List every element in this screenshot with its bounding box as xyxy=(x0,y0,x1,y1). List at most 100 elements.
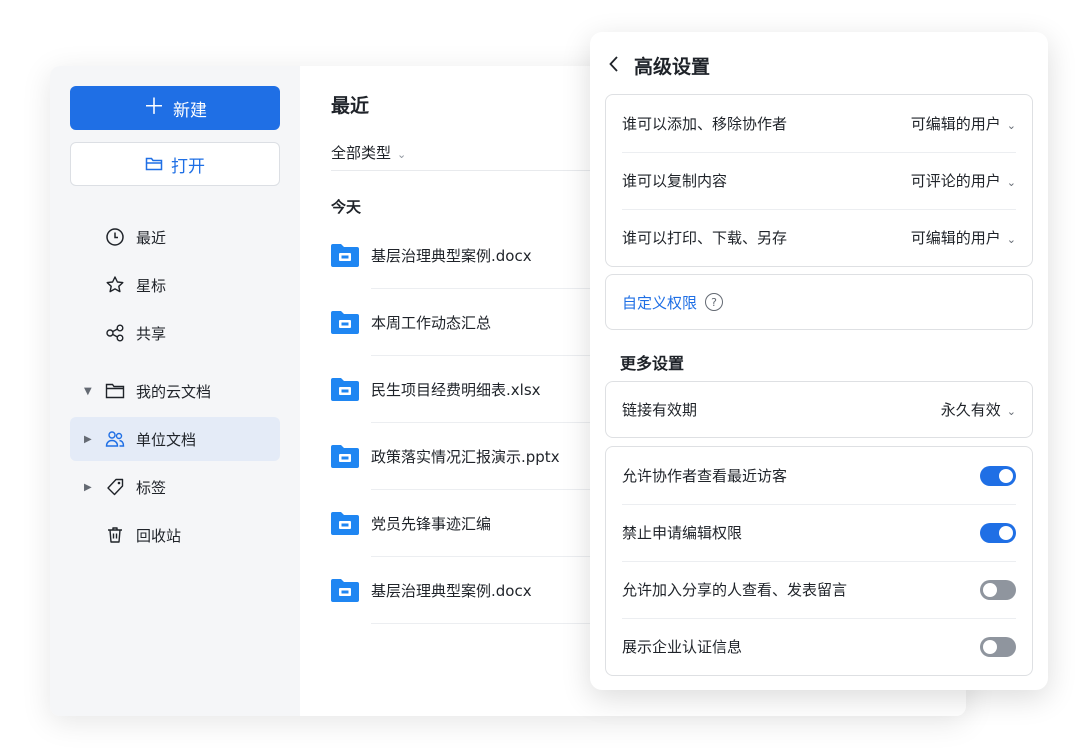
permission-row: 谁可以打印、下载、另存 可编辑的用户 ⌄ xyxy=(606,209,1032,266)
folder-doc-icon xyxy=(331,511,359,535)
permission-row: 谁可以添加、移除协作者 可编辑的用户 ⌄ xyxy=(606,95,1032,152)
permission-select[interactable]: 可评论的用户 ⌄ xyxy=(911,170,1016,191)
more-settings-title: 更多设置 xyxy=(620,354,685,373)
permission-value: 可编辑的用户 xyxy=(910,229,1001,247)
file-name: 党员先锋事迹汇编 xyxy=(371,515,492,533)
permission-label: 谁可以复制内容 xyxy=(622,172,728,190)
share-icon xyxy=(104,322,126,344)
permission-label: 谁可以打印、下载、另存 xyxy=(622,229,788,247)
file-row[interactable]: 本周工作动态汇总 xyxy=(331,289,631,356)
permission-value: 可评论的用户 xyxy=(910,172,1001,190)
sidebar-item-recent[interactable]: 最近 xyxy=(70,215,280,259)
toggle-row: 允许加入分享的人查看、发表留言 xyxy=(606,561,1032,618)
permission-row: 谁可以复制内容 可评论的用户 ⌄ xyxy=(606,152,1032,209)
open-button-label: 打开 xyxy=(171,156,205,177)
toggle-knob xyxy=(983,639,997,654)
custom-permission-link[interactable]: 自定义权限 ? xyxy=(622,292,724,313)
folder-open-icon xyxy=(145,156,163,172)
link-validity-select[interactable]: 永久有效 ⌄ xyxy=(941,399,1016,420)
sidebar-item-my-cloud-docs[interactable]: ▼ 我的云文档 xyxy=(70,369,280,413)
permission-select[interactable]: 可编辑的用户 ⌄ xyxy=(911,227,1016,248)
chevron-down-icon: ⌄ xyxy=(1006,119,1016,132)
type-filter-dropdown[interactable]: 全部类型 ⌄ xyxy=(331,142,406,163)
sidebar: ＋ 新建 打开 最近 星标 共享 ▼ 我的云文档 ▶ 单位文档 ▶ 标签 回收站 xyxy=(50,66,300,716)
file-name: 民生项目经费明细表.xlsx xyxy=(371,381,541,399)
trash-icon xyxy=(104,524,126,546)
toggle-row: 禁止申请编辑权限 xyxy=(606,504,1032,561)
sidebar-item-tags[interactable]: ▶ 标签 xyxy=(70,465,280,509)
link-validity-value: 永久有效 xyxy=(940,401,1001,419)
toggle-knob xyxy=(999,468,1013,483)
toggle-label: 允许协作者查看最近访客 xyxy=(622,467,788,485)
plus-icon: ＋ xyxy=(142,95,165,120)
sidebar-item-label: 我的云文档 xyxy=(136,382,212,401)
sidebar-item-label: 共享 xyxy=(136,324,167,343)
file-row[interactable]: 民生项目经费明细表.xlsx xyxy=(331,356,631,423)
permission-value: 可编辑的用户 xyxy=(910,115,1001,133)
file-row[interactable]: 基层治理典型案例.docx xyxy=(331,557,631,624)
sidebar-item-trash[interactable]: 回收站 xyxy=(70,513,280,557)
sidebar-item-label: 单位文档 xyxy=(136,430,197,449)
permission-card: 谁可以添加、移除协作者 可编辑的用户 ⌄ 谁可以复制内容 可评论的用户 ⌄ 谁可以打… xyxy=(605,94,1033,267)
caret-down-icon[interactable]: ▼ xyxy=(84,386,92,397)
toggle-row: 展示企业认证信息 xyxy=(606,618,1032,675)
sidebar-item-org-docs[interactable]: ▶ 单位文档 xyxy=(70,417,280,461)
panel-title: 高级设置 xyxy=(634,56,711,78)
toggle-row: 允许协作者查看最近访客 xyxy=(606,447,1032,504)
file-name: 政策落实情况汇报演示.pptx xyxy=(371,448,560,466)
sidebar-item-label: 星标 xyxy=(136,276,167,295)
help-icon[interactable]: ? xyxy=(705,293,724,311)
toggle-settings-card: 允许协作者查看最近访客 禁止申请编辑权限 允许加入分享的人查看、发表留言 展示企… xyxy=(605,446,1033,676)
group-icon xyxy=(104,428,126,450)
link-validity-row: 链接有效期 永久有效 ⌄ xyxy=(606,382,1032,437)
toggle-knob xyxy=(999,525,1013,540)
folder-doc-icon xyxy=(331,377,359,401)
new-button[interactable]: ＋ 新建 xyxy=(70,86,280,130)
folder-doc-icon xyxy=(331,243,359,267)
custom-permission-row: 自定义权限 ? xyxy=(606,275,1032,329)
toggle-switch[interactable] xyxy=(980,522,1016,543)
file-name: 基层治理典型案例.docx xyxy=(371,247,532,265)
advanced-settings-panel: 高级设置 谁可以添加、移除协作者 可编辑的用户 ⌄ 谁可以复制内容 可评论的用户 ⌄… xyxy=(590,32,1048,690)
sidebar-item-label: 标签 xyxy=(136,478,167,497)
folder-doc-icon xyxy=(331,444,359,468)
folder-icon xyxy=(104,380,126,402)
caret-right-icon[interactable]: ▶ xyxy=(84,482,92,493)
tag-icon xyxy=(104,476,126,498)
folder-doc-icon xyxy=(331,310,359,334)
file-name: 基层治理典型案例.docx xyxy=(371,582,532,600)
file-name: 本周工作动态汇总 xyxy=(371,314,492,332)
type-filter-label: 全部类型 xyxy=(331,144,392,162)
file-row[interactable]: 党员先锋事迹汇编 xyxy=(331,490,631,557)
chevron-down-icon: ⌄ xyxy=(1006,233,1016,246)
toggle-switch[interactable] xyxy=(980,636,1016,657)
section-heading: 今天 xyxy=(331,198,362,216)
toggle-label: 允许加入分享的人查看、发表留言 xyxy=(622,581,848,599)
link-validity-card: 链接有效期 永久有效 ⌄ xyxy=(605,381,1033,438)
chevron-left-icon[interactable] xyxy=(608,54,620,78)
sidebar-item-label: 最近 xyxy=(136,228,167,247)
chevron-down-icon: ⌄ xyxy=(1006,176,1016,189)
file-row[interactable]: 政策落实情况汇报演示.pptx xyxy=(331,423,631,490)
permission-label: 谁可以添加、移除协作者 xyxy=(622,115,788,133)
folder-doc-icon xyxy=(331,578,359,602)
open-button[interactable]: 打开 xyxy=(70,142,280,186)
toggle-label: 展示企业认证信息 xyxy=(622,638,743,656)
custom-permission-card: 自定义权限 ? xyxy=(605,274,1033,330)
toggle-switch[interactable] xyxy=(980,579,1016,600)
page-title: 最近 xyxy=(331,95,370,117)
permission-select[interactable]: 可编辑的用户 ⌄ xyxy=(911,113,1016,134)
file-row[interactable]: 基层治理典型案例.docx xyxy=(331,222,631,289)
toggle-switch[interactable] xyxy=(980,465,1016,486)
sidebar-item-starred[interactable]: 星标 xyxy=(70,263,280,307)
chevron-down-icon: ⌄ xyxy=(397,148,407,161)
link-validity-label: 链接有效期 xyxy=(622,401,698,419)
caret-right-icon[interactable]: ▶ xyxy=(84,434,92,445)
clock-icon xyxy=(104,226,126,248)
sidebar-item-label: 回收站 xyxy=(136,526,182,545)
sidebar-item-shared[interactable]: 共享 xyxy=(70,311,280,355)
custom-permission-label: 自定义权限 xyxy=(622,293,698,312)
panel-header: 高级设置 xyxy=(608,52,710,79)
new-button-label: 新建 xyxy=(173,100,207,121)
divider xyxy=(331,170,631,171)
